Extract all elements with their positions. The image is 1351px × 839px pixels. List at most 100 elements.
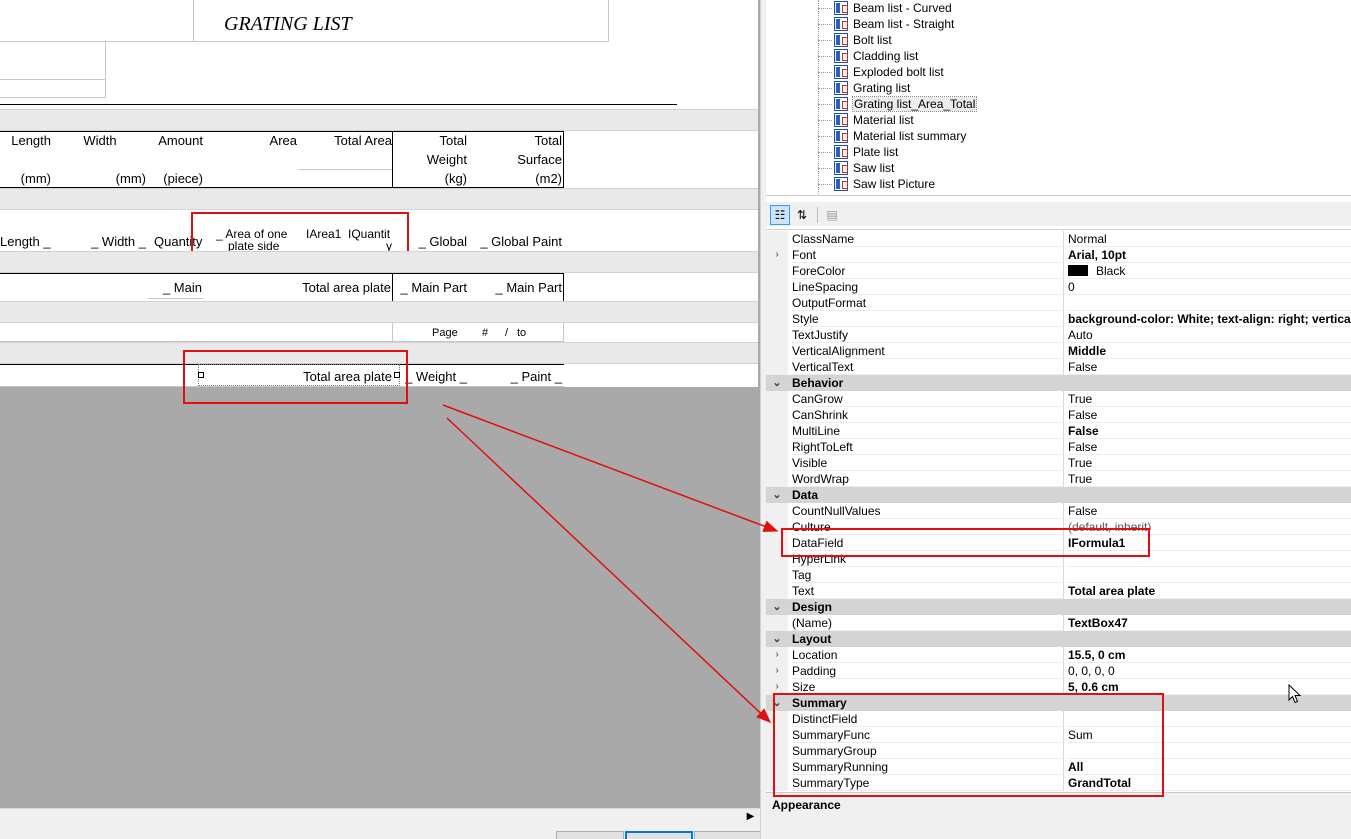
- section-band-group-header[interactable]: [0, 188, 758, 210]
- header-length[interactable]: Length: [0, 133, 51, 148]
- header-width-unit[interactable]: (mm): [60, 171, 146, 186]
- report-title[interactable]: GRATING LIST: [224, 13, 352, 36]
- collapse-chevron-icon[interactable]: ⌄: [766, 631, 788, 647]
- tree-item[interactable]: Cladding list: [818, 48, 918, 64]
- property-row[interactable]: MultiLine False: [766, 423, 1351, 439]
- dialog-button-3[interactable]: [694, 831, 760, 839]
- detail-length[interactable]: Length _: [0, 234, 51, 249]
- property-pages-icon[interactable]: ▤: [822, 205, 842, 225]
- property-value[interactable]: False: [1068, 407, 1351, 423]
- property-row[interactable]: OutputFormat: [766, 295, 1351, 311]
- property-value[interactable]: Total area plate: [1068, 583, 1351, 599]
- tree-item[interactable]: Plate list: [818, 144, 898, 160]
- report-page[interactable]: GRATING LIST Length (mm) Width (mm) Amou…: [0, 0, 758, 404]
- page-footer-page[interactable]: Page: [432, 326, 458, 341]
- property-row[interactable]: Style background-color: White; text-align…: [766, 311, 1351, 327]
- report-footer-paint[interactable]: _ Paint _: [480, 369, 562, 384]
- header-area[interactable]: Area: [230, 133, 297, 148]
- header-total-surface-unit[interactable]: (m2): [480, 171, 562, 186]
- property-value[interactable]: [1068, 567, 1351, 583]
- property-value[interactable]: Normal: [1068, 231, 1351, 247]
- property-value[interactable]: False: [1068, 359, 1351, 375]
- property-row[interactable]: VerticalAlignment Middle: [766, 343, 1351, 359]
- header-total-surface-2[interactable]: Surface: [480, 152, 562, 167]
- property-value[interactable]: Arial, 10pt: [1068, 247, 1351, 263]
- collapse-chevron-icon[interactable]: ⌄: [766, 599, 788, 615]
- group-footer-main[interactable]: _ Main: [140, 280, 202, 295]
- property-value[interactable]: False: [1068, 503, 1351, 519]
- group-footer-total-area-plate[interactable]: Total area plate: [250, 280, 391, 295]
- collapse-chevron-icon[interactable]: ⌄: [766, 487, 788, 503]
- property-row[interactable]: TextJustify Auto: [766, 327, 1351, 343]
- tree-item[interactable]: Beam list - Straight: [818, 16, 954, 32]
- tree-item[interactable]: Exploded bolt list: [818, 64, 944, 80]
- expand-chevron-icon[interactable]: ›: [766, 247, 788, 263]
- property-row[interactable]: RightToLeft False: [766, 439, 1351, 455]
- tree-item[interactable]: Grating list_Area_Total: [818, 96, 978, 112]
- header-length-unit[interactable]: (mm): [0, 171, 51, 186]
- property-row[interactable]: CanShrink False: [766, 407, 1351, 423]
- page-footer-slash[interactable]: /: [505, 326, 508, 341]
- expand-chevron-icon[interactable]: ›: [766, 647, 788, 663]
- page-footer-to[interactable]: to: [517, 326, 526, 341]
- property-value[interactable]: 0: [1068, 279, 1351, 295]
- property-category[interactable]: ⌄ Layout: [766, 631, 1351, 647]
- report-footer-weight[interactable]: _ Weight _: [398, 369, 467, 384]
- property-row[interactable]: CountNullValues False: [766, 503, 1351, 519]
- tree-item[interactable]: Beam list - Curved: [818, 0, 952, 16]
- tree-item[interactable]: Material list summary: [818, 128, 966, 144]
- header-total-weight-2[interactable]: Weight: [400, 152, 467, 167]
- property-row[interactable]: ForeColor Black: [766, 263, 1351, 279]
- property-value[interactable]: True: [1068, 391, 1351, 407]
- alphabetical-sort-icon[interactable]: ⇅: [792, 205, 812, 225]
- report-template-tree[interactable]: Beam list - Curved Beam list - Straight Bo…: [766, 0, 1351, 196]
- expand-chevron-icon[interactable]: ›: [766, 663, 788, 679]
- group-footer-main-part-1[interactable]: _ Main Part: [398, 280, 467, 295]
- dialog-button-1[interactable]: [556, 831, 624, 839]
- property-row[interactable]: VerticalText False: [766, 359, 1351, 375]
- section-band-page-footer[interactable]: [0, 301, 758, 323]
- property-row[interactable]: Tag: [766, 567, 1351, 583]
- dialog-button-2[interactable]: [625, 831, 693, 839]
- property-row[interactable]: Visible True: [766, 455, 1351, 471]
- section-band-page-header[interactable]: [0, 109, 758, 131]
- property-value[interactable]: Middle: [1068, 343, 1351, 359]
- tree-item[interactable]: Saw list: [818, 160, 894, 176]
- property-value[interactable]: True: [1068, 455, 1351, 471]
- property-category[interactable]: ⌄ Behavior: [766, 375, 1351, 391]
- property-category[interactable]: ⌄ Design: [766, 599, 1351, 615]
- property-row[interactable]: WordWrap True: [766, 471, 1351, 487]
- property-row[interactable]: Text Total area plate: [766, 583, 1351, 599]
- property-value[interactable]: True: [1068, 471, 1351, 487]
- categorized-view-icon[interactable]: ☷: [770, 205, 790, 225]
- detail-width[interactable]: _ Width _: [60, 234, 146, 249]
- property-value[interactable]: [1068, 295, 1351, 311]
- property-value[interactable]: 0, 0, 0, 0: [1068, 663, 1351, 679]
- property-value[interactable]: False: [1068, 439, 1351, 455]
- property-row[interactable]: CanGrow True: [766, 391, 1351, 407]
- tree-item[interactable]: Material list: [818, 112, 914, 128]
- horizontal-scrollbar[interactable]: ▶: [0, 808, 760, 825]
- header-total-area[interactable]: Total Area: [300, 133, 392, 148]
- header-amount-unit[interactable]: (piece): [140, 171, 203, 186]
- property-value[interactable]: False: [1068, 423, 1351, 439]
- group-footer-main-part-2[interactable]: _ Main Part: [480, 280, 562, 295]
- header-amount[interactable]: Amount: [140, 133, 203, 148]
- page-footer-hash[interactable]: #: [482, 326, 488, 341]
- collapse-chevron-icon[interactable]: ⌄: [766, 375, 788, 391]
- header-total-weight-1[interactable]: Total: [400, 133, 467, 148]
- property-row[interactable]: › Font Arial, 10pt: [766, 247, 1351, 263]
- detail-global-paint[interactable]: _ Global Paint: [468, 234, 562, 249]
- property-value[interactable]: 15.5, 0 cm: [1068, 647, 1351, 663]
- detail-global[interactable]: _ Global: [400, 234, 467, 249]
- header-total-surface-1[interactable]: Total: [480, 133, 562, 148]
- property-value[interactable]: Black: [1068, 263, 1351, 279]
- section-band-group-footer[interactable]: [0, 251, 758, 273]
- report-designer[interactable]: GRATING LIST Length (mm) Width (mm) Amou…: [0, 0, 760, 839]
- property-row[interactable]: LineSpacing 0: [766, 279, 1351, 295]
- property-row[interactable]: › Padding 0, 0, 0, 0: [766, 663, 1351, 679]
- tree-item[interactable]: Grating list: [818, 80, 910, 96]
- tree-item[interactable]: Bolt list: [818, 32, 892, 48]
- property-row[interactable]: ClassName Normal: [766, 231, 1351, 247]
- header-total-weight-unit[interactable]: (kg): [400, 171, 467, 186]
